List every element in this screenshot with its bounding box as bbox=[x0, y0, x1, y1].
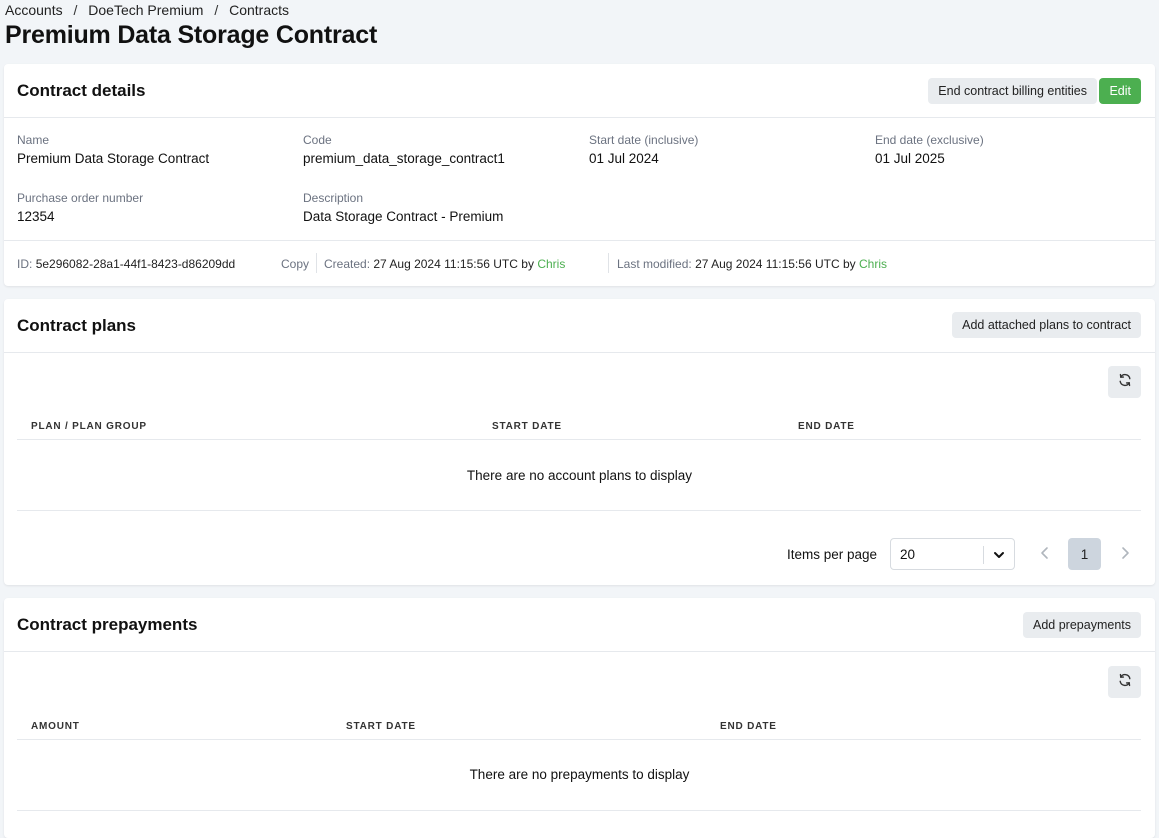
contract-plans-title: Contract plans bbox=[17, 316, 137, 335]
contract-prepayments-header: Contract prepayments Add prepayments bbox=[4, 598, 1155, 652]
prepayments-empty-message: There are no prepayments to display bbox=[469, 767, 690, 782]
contract-prepayments-card: Contract prepayments Add prepayments AMO… bbox=[4, 598, 1155, 838]
contract-details-header: Contract details End contract billing en… bbox=[4, 64, 1155, 118]
breadcrumb-account-doetech[interactable]: DoeTech Premium bbox=[88, 2, 203, 18]
refresh-icon bbox=[1118, 373, 1132, 392]
plans-empty-message: There are no account plans to display bbox=[466, 468, 693, 483]
column-header-start-date: START DATE bbox=[492, 421, 562, 432]
next-page-button[interactable] bbox=[1108, 538, 1141, 570]
meta-divider bbox=[316, 253, 317, 273]
column-header-amount: AMOUNT bbox=[31, 721, 80, 732]
contract-prepayments-title: Contract prepayments bbox=[17, 615, 198, 634]
add-attached-plans-button[interactable]: Add attached plans to contract bbox=[952, 312, 1141, 338]
page-title: Premium Data Storage Contract bbox=[5, 21, 378, 49]
created-by-label: by bbox=[521, 257, 534, 271]
purchase-order-field: Purchase order number 12354 bbox=[17, 191, 143, 224]
page-number-button[interactable]: 1 bbox=[1068, 538, 1101, 570]
created-value: 27 Aug 2024 11:15:56 UTC bbox=[373, 257, 518, 271]
end-date-value: 01 Jul 2025 bbox=[875, 151, 945, 166]
breadcrumb: Accounts / DoeTech Premium / Contracts bbox=[5, 2, 289, 18]
code-value: premium_data_storage_contract1 bbox=[303, 151, 505, 166]
contract-details-card: Contract details End contract billing en… bbox=[4, 64, 1155, 286]
name-value: Premium Data Storage Contract bbox=[17, 151, 210, 166]
start-date-value: 01 Jul 2024 bbox=[589, 151, 659, 166]
chevron-left-icon bbox=[1040, 546, 1050, 563]
description-label: Description bbox=[303, 191, 364, 205]
table-divider bbox=[17, 510, 1141, 511]
start-date-field: Start date (inclusive) 01 Jul 2024 bbox=[589, 133, 698, 166]
record-id-label: ID: bbox=[17, 257, 33, 271]
items-per-page-select[interactable]: 20 bbox=[890, 538, 1015, 570]
record-id-value: 5e296082-28a1-44f1-8423-d86209dd bbox=[35, 257, 236, 271]
description-field: Description Data Storage Contract - Prem… bbox=[303, 191, 503, 224]
purchase-order-label: Purchase order number bbox=[17, 191, 144, 205]
breadcrumb-separator: / bbox=[73, 2, 78, 18]
code-label: Code bbox=[303, 133, 332, 147]
select-divider bbox=[983, 546, 984, 564]
chevron-right-icon bbox=[1120, 546, 1130, 563]
created-info: Created: 27 Aug 2024 11:15:56 UTC by Chr… bbox=[324, 257, 565, 271]
column-header-start-date: START DATE bbox=[346, 721, 416, 732]
breadcrumb-accounts[interactable]: Accounts bbox=[5, 2, 63, 18]
name-field: Name Premium Data Storage Contract bbox=[17, 133, 209, 166]
add-prepayments-button[interactable]: Add prepayments bbox=[1023, 612, 1141, 638]
breadcrumb-contracts[interactable]: Contracts bbox=[229, 2, 289, 18]
created-by-user[interactable]: Chris bbox=[537, 257, 565, 271]
breadcrumb-separator: / bbox=[214, 2, 219, 18]
meta-divider bbox=[608, 253, 609, 273]
purchase-order-value: 12354 bbox=[17, 209, 55, 224]
column-header-plan: PLAN / PLAN GROUP bbox=[31, 421, 147, 432]
table-divider bbox=[17, 739, 1141, 740]
chevron-down-icon bbox=[993, 548, 1005, 566]
edit-button[interactable]: Edit bbox=[1099, 78, 1141, 104]
code-field: Code premium_data_storage_contract1 bbox=[303, 133, 505, 166]
table-divider bbox=[17, 810, 1141, 811]
refresh-plans-button[interactable] bbox=[1108, 366, 1141, 398]
start-date-label: Start date (inclusive) bbox=[589, 133, 699, 147]
contract-details-title: Contract details bbox=[17, 81, 146, 100]
copy-id-button[interactable]: Copy bbox=[281, 257, 309, 271]
record-meta-row: ID: 5e296082-28a1-44f1-8423-d86209dd Cop… bbox=[4, 240, 1155, 286]
name-label: Name bbox=[17, 133, 50, 147]
description-value: Data Storage Contract - Premium bbox=[303, 209, 504, 224]
column-header-end-date: END DATE bbox=[720, 721, 777, 732]
refresh-icon bbox=[1118, 673, 1132, 692]
created-label: Created: bbox=[324, 257, 371, 271]
modified-info: Last modified: 27 Aug 2024 11:15:56 UTC … bbox=[617, 257, 887, 271]
previous-page-button[interactable] bbox=[1028, 538, 1061, 570]
end-date-field: End date (exclusive) 01 Jul 2025 bbox=[875, 133, 984, 166]
items-per-page-value: 20 bbox=[900, 547, 916, 562]
end-contract-billing-entities-button[interactable]: End contract billing entities bbox=[928, 78, 1097, 104]
modified-by-user[interactable]: Chris bbox=[859, 257, 887, 271]
items-per-page-label: Items per page bbox=[787, 547, 878, 562]
column-header-end-date: END DATE bbox=[798, 421, 855, 432]
end-date-label: End date (exclusive) bbox=[875, 133, 984, 147]
modified-by-label: by bbox=[842, 257, 856, 271]
modified-value: 27 Aug 2024 11:15:56 UTC bbox=[695, 257, 840, 271]
refresh-prepayments-button[interactable] bbox=[1108, 666, 1141, 698]
record-id: ID: 5e296082-28a1-44f1-8423-d86209dd bbox=[17, 257, 235, 271]
contract-plans-card: Contract plans Add attached plans to con… bbox=[4, 299, 1155, 585]
contract-plans-header: Contract plans Add attached plans to con… bbox=[4, 299, 1155, 353]
table-divider bbox=[17, 439, 1141, 440]
modified-label: Last modified: bbox=[617, 257, 692, 271]
